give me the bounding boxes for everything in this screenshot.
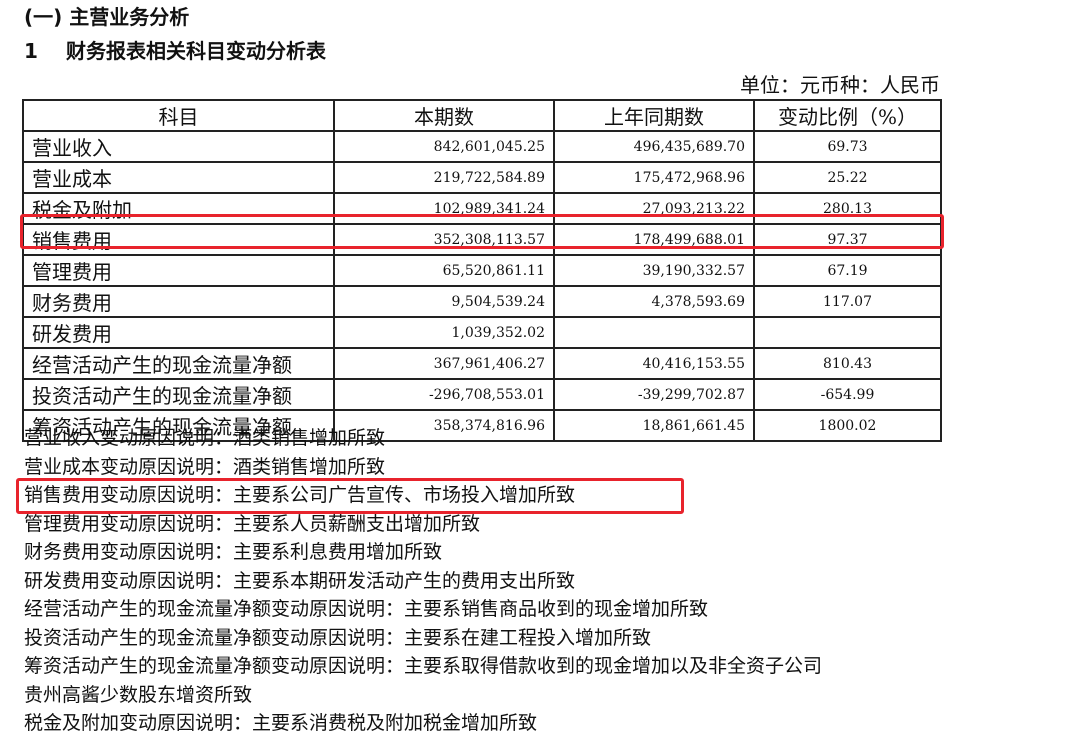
row-item-label: 经营活动产生的现金流量净额 [22,347,335,380]
row-change-ratio: 810.43 [753,347,942,380]
note-line: 税金及附加变动原因说明：主要系消费税及附加税金增加所致 [24,712,538,734]
table-row: 财务费用 9,504,539.24 4,378,593.69 117.07 [22,285,942,318]
header-prior-period: 上年同期数 [553,99,755,132]
note-line: 财务费用变动原因说明：主要系利息费用增加所致 [24,541,443,563]
row-item-label: 税金及附加 [22,192,335,225]
header-current-period: 本期数 [333,99,555,132]
row-item-label: 财务费用 [22,285,335,318]
subsection-title: 财务报表相关科目变动分析表 [66,39,326,63]
header-item: 科目 [22,99,335,132]
row-change-ratio: 67.19 [753,254,942,287]
row-prior-value: 4,378,593.69 [553,285,755,318]
table-row: 投资活动产生的现金流量净额 -296,708,553.01 -39,299,702.… [22,378,942,411]
table-row: 税金及附加 102,989,341.24 27,093,213.22 280.13 [22,192,942,225]
row-prior-value: 175,472,968.96 [553,161,755,194]
row-item-label: 投资活动产生的现金流量净额 [22,378,335,411]
row-prior-value: -39,299,702.87 [553,378,755,411]
unit-currency-line: 单位：元币种：人民币 [740,73,940,97]
note-line: 经营活动产生的现金流量净额变动原因说明：主要系销售商品收到的现金增加所致 [24,598,709,620]
table-header-row: 科目 本期数 上年同期数 变动比例（%） [22,99,942,132]
row-prior-value: 178,499,688.01 [553,223,755,256]
note-line: 投资活动产生的现金流量净额变动原因说明：主要系在建工程投入增加所致 [24,626,652,649]
row-change-ratio: -654.99 [753,378,942,411]
row-current-value: 1,039,352.02 [333,316,555,349]
row-current-value: 842,601,045.25 [333,130,555,163]
note-line: 研发费用变动原因说明：主要系本期研发活动产生的费用支出所致 [24,569,576,592]
row-change-ratio: 280.13 [753,192,942,225]
row-item-label: 销售费用 [22,223,335,256]
note-line: 管理费用变动原因说明：主要系人员薪酬支出增加所致 [24,512,481,535]
table-row: 研发费用 1,039,352.02 [22,316,942,349]
row-prior-value: 27,093,213.22 [553,192,755,225]
note-line: 营业收入变动原因说明：酒类销售增加所致 [24,427,386,449]
financial-change-table: 科目 本期数 上年同期数 变动比例（%） 营业收入 842,601,045.25 4… [22,99,942,442]
table-row: 管理费用 65,520,861.11 39,190,332.57 67.19 [22,254,942,287]
change-reason-notes: 营业收入变动原因说明：酒类销售增加所致 营业成本变动原因说明：酒类销售增加所致销售… [24,424,1024,738]
row-prior-value: 39,190,332.57 [553,254,755,287]
row-current-value: 65,520,861.11 [333,254,555,287]
note-line: 筹资活动产生的现金流量净额变动原因说明：主要系取得借款收到的现金增加以及非全资子… [24,655,823,677]
row-prior-value [553,316,755,349]
header-change-ratio: 变动比例（%） [753,99,942,132]
row-prior-value: 496,435,689.70 [553,130,755,163]
row-current-value: 219,722,584.89 [333,161,555,194]
row-current-value: 367,961,406.27 [333,347,555,380]
subsection-heading: 1 财务报表相关科目变动分析表 [24,38,326,64]
row-item-label: 管理费用 [22,254,335,287]
row-change-ratio: 25.22 [753,161,942,194]
note-line: 贵州高酱少数股东增资所致 [24,683,253,706]
row-current-value: 102,989,341.24 [333,192,555,225]
row-item-label: 营业收入 [22,130,335,163]
subsection-number: 1 [24,39,38,63]
row-item-label: 营业成本 [22,161,335,194]
table-row: 经营活动产生的现金流量净额 367,961,406.27 40,416,153.55… [22,347,942,380]
section-heading: (一) 主营业务分析 [24,5,190,29]
note-line: 销售费用变动原因说明：主要系公司广告宣传、市场投入增加所致 [24,484,576,506]
row-change-ratio: 117.07 [753,285,942,318]
row-item-label: 研发费用 [22,316,335,349]
row-change-ratio: 97.37 [753,223,942,256]
row-prior-value: 40,416,153.55 [553,347,755,380]
table-row: 营业收入 842,601,045.25 496,435,689.70 69.73 [22,130,942,163]
row-current-value: 352,308,113.57 [333,223,555,256]
table-row: 销售费用 352,308,113.57 178,499,688.01 97.37 [22,223,942,256]
row-current-value: 9,504,539.24 [333,285,555,318]
row-current-value: -296,708,553.01 [333,378,555,411]
row-change-ratio: 69.73 [753,130,942,163]
note-line: 营业成本变动原因说明：酒类销售增加所致 [24,455,386,478]
row-change-ratio [753,316,942,349]
table-row: 营业成本 219,722,584.89 175,472,968.96 25.22 [22,161,942,194]
